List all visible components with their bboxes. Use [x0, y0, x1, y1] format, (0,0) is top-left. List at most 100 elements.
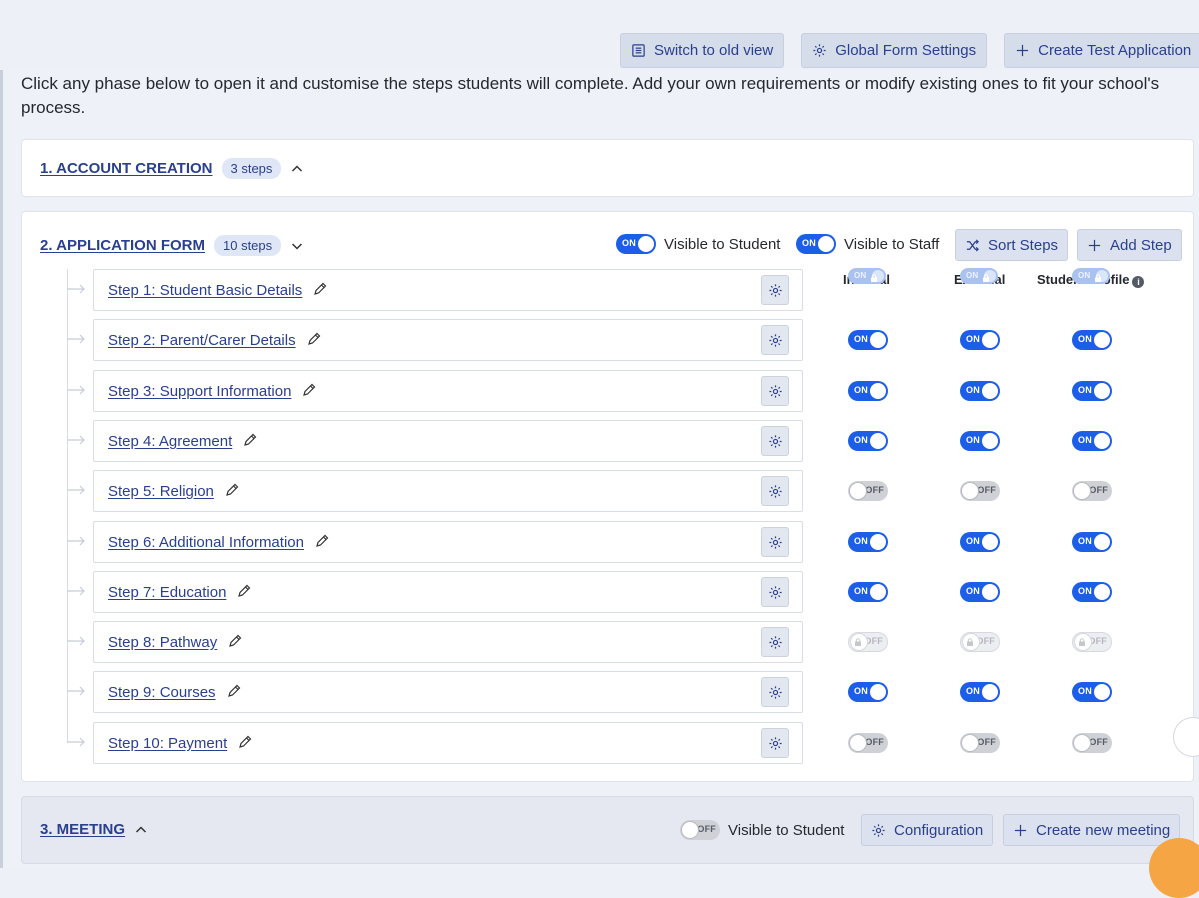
lock-icon — [871, 274, 877, 282]
switch-old-view-button[interactable]: Switch to old view — [620, 33, 785, 68]
visible-to-staff-toggle[interactable]: ON — [796, 234, 836, 254]
pencil-icon[interactable] — [224, 482, 240, 498]
global-form-settings-button[interactable]: Global Form Settings — [801, 33, 988, 68]
meeting-visible-to-student-toggle[interactable]: OFF — [680, 820, 720, 840]
step-settings-button[interactable] — [761, 426, 789, 456]
pencil-icon[interactable] — [227, 633, 243, 649]
pencil-icon[interactable] — [301, 382, 317, 398]
external-visibility-toggle[interactable]: ON — [960, 381, 1000, 401]
toggle-state-label: ON — [854, 271, 867, 280]
internal-visibility-toggle[interactable]: ON — [848, 582, 888, 602]
step-item: Step 8: Pathway — [93, 621, 803, 663]
external-visibility-toggle[interactable]: OFF — [960, 733, 1000, 753]
internal-visibility-toggle[interactable]: ON — [848, 682, 888, 702]
profile-visibility-toggle[interactable]: ON — [1072, 582, 1112, 602]
step-title-link[interactable]: Step 5: Religion — [108, 482, 240, 500]
step-row: Step 7: Education ON ON ON — [67, 571, 1197, 613]
configuration-button[interactable]: Configuration — [861, 814, 994, 846]
step-title-link[interactable]: Step 7: Education — [108, 583, 252, 601]
external-visibility-toggle[interactable]: ON — [960, 532, 1000, 552]
create-test-application-button[interactable]: Create Test Application — [1004, 33, 1199, 68]
pencil-icon[interactable] — [242, 432, 258, 448]
pencil-icon[interactable] — [237, 734, 253, 750]
phase-title-application-form[interactable]: 2. APPLICATION FORM — [40, 237, 205, 254]
add-step-button[interactable]: Add Step — [1077, 229, 1182, 261]
external-visibility-toggle[interactable]: ON — [960, 431, 1000, 451]
phase-title-meeting[interactable]: 3. MEETING — [40, 821, 125, 838]
toggle-knob — [982, 684, 998, 700]
pencil-icon[interactable] — [314, 533, 330, 549]
profile-visibility-toggle[interactable]: OFF — [1072, 481, 1112, 501]
arrow-right-icon — [67, 485, 85, 495]
step-title-link[interactable]: Step 1: Student Basic Details — [108, 281, 328, 299]
chevron-up-icon[interactable] — [134, 823, 148, 837]
toggle-state-label: ON — [966, 536, 980, 546]
step-title-link[interactable]: Step 4: Agreement — [108, 432, 258, 450]
step-settings-button[interactable] — [761, 627, 789, 657]
external-visibility-toggle[interactable]: ON — [960, 682, 1000, 702]
profile-visibility-toggle[interactable]: OFF — [1072, 733, 1112, 753]
internal-visibility-toggle[interactable]: OFF — [848, 733, 888, 753]
toggle-state-label: OFF — [697, 824, 716, 834]
meeting-visible-to-student-label: Visible to Student — [728, 821, 845, 839]
step-settings-button[interactable] — [761, 275, 789, 305]
step-title-link[interactable]: Step 6: Additional Information — [108, 533, 330, 551]
external-visibility-toggle[interactable]: ON — [960, 582, 1000, 602]
step-settings-button[interactable] — [761, 677, 789, 707]
internal-visibility-toggle[interactable]: ON — [848, 330, 888, 350]
toggle-knob — [982, 383, 998, 399]
step-title-link[interactable]: Step 3: Support Information — [108, 382, 317, 400]
step-item: Step 4: Agreement — [93, 420, 803, 462]
pencil-icon[interactable] — [312, 281, 328, 297]
step-settings-button[interactable] — [761, 577, 789, 607]
steps-count-badge: 10 steps — [214, 235, 282, 256]
gear-icon — [768, 484, 782, 498]
arrow-right-icon — [67, 334, 85, 344]
chevron-down-icon[interactable] — [290, 239, 304, 253]
step-item: Step 1: Student Basic Details — [93, 269, 803, 311]
phase-meeting: 3. MEETING OFF Visible to Student Config… — [21, 796, 1194, 864]
profile-visibility-toggle[interactable]: ON — [1072, 682, 1112, 702]
arrow-right-icon — [67, 686, 85, 696]
step-title-link[interactable]: Step 9: Courses — [108, 683, 242, 701]
step-settings-button[interactable] — [761, 476, 789, 506]
internal-visibility-toggle[interactable]: OFF — [848, 481, 888, 501]
profile-visibility-toggle[interactable]: ON — [1072, 330, 1112, 350]
pencil-icon[interactable] — [226, 683, 242, 699]
step-settings-button[interactable] — [761, 728, 789, 758]
sort-steps-button[interactable]: Sort Steps — [955, 229, 1069, 261]
external-visibility-toggle[interactable]: OFF — [960, 481, 1000, 501]
gear-icon — [768, 384, 782, 398]
step-title-link[interactable]: Step 8: Pathway — [108, 633, 243, 651]
arrow-right-icon — [67, 385, 85, 395]
phase-title-account-creation[interactable]: 1. ACCOUNT CREATION — [40, 160, 213, 177]
step-settings-button[interactable] — [761, 376, 789, 406]
internal-visibility-toggle[interactable]: ON — [848, 532, 888, 552]
lock-icon — [1079, 638, 1085, 646]
visible-to-student-toggle[interactable]: ON — [616, 234, 656, 254]
profile-visibility-toggle[interactable]: ON — [1072, 532, 1112, 552]
step-settings-button[interactable] — [761, 325, 789, 355]
toggle-knob — [818, 236, 834, 252]
create-new-meeting-button[interactable]: Create new meeting — [1003, 814, 1181, 846]
step-settings-button[interactable] — [761, 527, 789, 557]
step-title-link[interactable]: Step 2: Parent/Carer Details — [108, 331, 322, 349]
plus-icon — [1014, 824, 1027, 836]
external-visibility-toggle[interactable]: ON — [960, 330, 1000, 350]
toggle-external-cell: ON — [960, 582, 1000, 607]
toggle-knob — [870, 584, 886, 600]
pencil-icon[interactable] — [236, 583, 252, 599]
toggle-internal-cell: ON — [848, 582, 888, 607]
toggle-internal-cell: ON — [848, 330, 888, 355]
profile-visibility-toggle[interactable]: ON — [1072, 431, 1112, 451]
internal-visibility-toggle[interactable]: ON — [848, 381, 888, 401]
profile-visibility-toggle[interactable]: ON — [1072, 381, 1112, 401]
chat-launcher-button[interactable] — [1149, 838, 1199, 898]
toggle-state-label: ON — [854, 385, 868, 395]
toggle-profile-cell: OFF — [1072, 481, 1112, 506]
toggle-state-label: OFF — [865, 737, 884, 747]
step-title-link[interactable]: Step 10: Payment — [108, 734, 253, 752]
internal-visibility-toggle[interactable]: ON — [848, 431, 888, 451]
pencil-icon[interactable] — [306, 331, 322, 347]
chevron-up-icon[interactable] — [290, 162, 304, 176]
